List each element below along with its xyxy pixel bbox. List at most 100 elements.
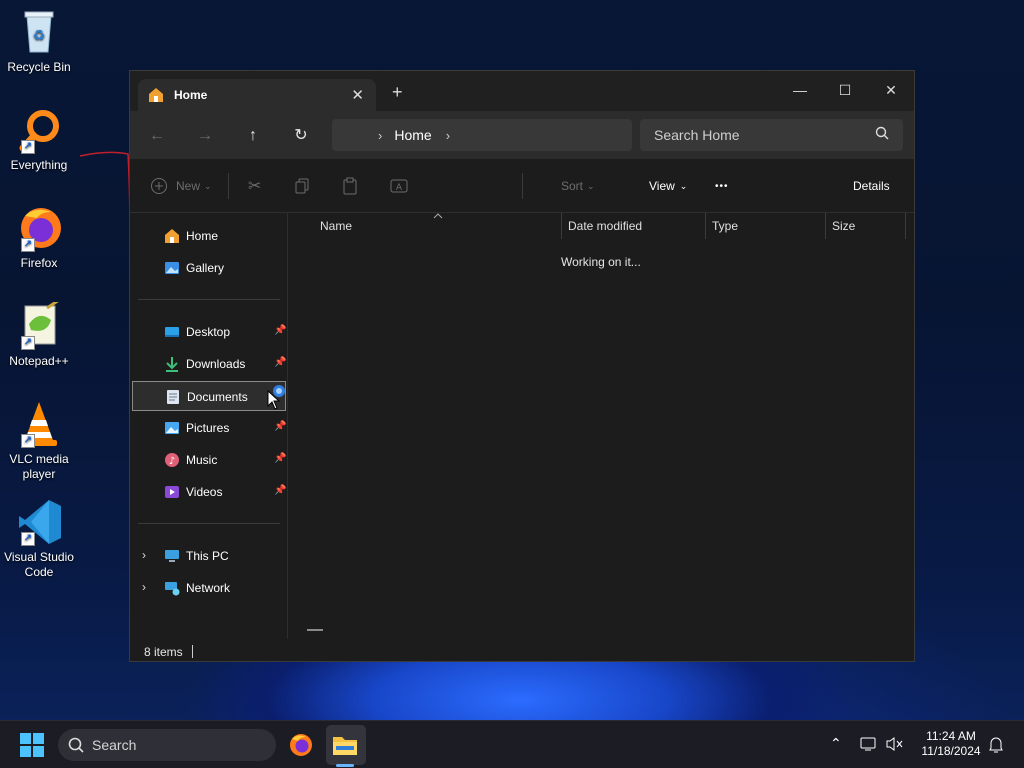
- item-count: 8 items: [144, 645, 183, 659]
- desktop-icon-notepadpp[interactable]: ↗ Notepad++: [1, 298, 77, 369]
- tab-label: Home: [174, 88, 208, 102]
- sort-button-label: Sort: [561, 179, 584, 193]
- firefox-taskbar-icon[interactable]: [288, 732, 314, 758]
- breadcrumb-home[interactable]: Home: [394, 127, 431, 143]
- sidebar-divider: [138, 523, 280, 524]
- network-status-icon[interactable]: [860, 736, 878, 752]
- sidebar-item-this-pc[interactable]: › This PC: [132, 541, 286, 571]
- taskbar-search-box[interactable]: Search: [58, 729, 276, 761]
- sidebar-item-label: Desktop: [186, 325, 231, 339]
- minimize-button[interactable]: —: [780, 77, 820, 103]
- document-icon: [167, 390, 179, 404]
- sidebar-item-label: Home: [186, 229, 219, 243]
- windows-start-icon[interactable]: [20, 733, 44, 757]
- cut-icon[interactable]: ✂: [248, 175, 261, 197]
- file-explorer-window[interactable]: Home ✕ + — ☐ ✕ ← → ↑ ↻ › Home › New ⌄ ✂: [129, 70, 915, 662]
- shortcut-arrow-icon: ↗: [21, 140, 35, 154]
- active-app-indicator: [336, 764, 354, 767]
- pin-icon[interactable]: 📌: [274, 421, 286, 432]
- pin-icon[interactable]: 📌: [274, 485, 286, 496]
- status-divider: [192, 645, 193, 658]
- toolbar-divider: [522, 173, 523, 199]
- desktop-icon-vscode[interactable]: ↗ Visual Studio Code: [1, 498, 77, 580]
- chevron-down-icon: ⌄: [204, 180, 212, 191]
- mouse-cursor-icon: [267, 390, 281, 410]
- forward-arrow-icon[interactable]: →: [192, 123, 218, 149]
- sort-button[interactable]: Sort ⌄: [561, 175, 595, 197]
- new-tab-button[interactable]: +: [392, 83, 403, 101]
- recycle-bin-icon: ♻: [15, 8, 63, 56]
- chevron-down-icon: ⌄: [679, 180, 688, 191]
- sidebar-item-music[interactable]: ♪ Music 📌: [132, 445, 286, 475]
- search-input[interactable]: [640, 119, 903, 151]
- refresh-icon[interactable]: ↻: [288, 123, 314, 149]
- sidebar-item-label: Videos: [186, 485, 223, 499]
- desktop-folder-icon: [165, 327, 179, 337]
- videos-icon: [165, 486, 179, 498]
- chevron-up-icon[interactable]: ⌃: [830, 735, 842, 752]
- close-button[interactable]: ✕: [871, 77, 911, 103]
- sidebar-item-desktop[interactable]: Desktop 📌: [132, 317, 286, 347]
- sort-ascending-icon: [433, 213, 443, 219]
- desktop-icon-recycle-bin[interactable]: ♻ Recycle Bin: [1, 8, 77, 75]
- maximize-button[interactable]: ☐: [825, 77, 865, 103]
- column-divider[interactable]: [705, 213, 706, 239]
- status-bar: 8 items: [130, 639, 914, 661]
- up-arrow-icon[interactable]: ↑: [240, 123, 266, 149]
- shortcut-arrow-icon: ↗: [21, 336, 35, 350]
- column-divider[interactable]: [561, 213, 562, 239]
- file-list-pane[interactable]: Name Date modified Type Size Working on …: [289, 213, 914, 639]
- column-divider[interactable]: [825, 213, 826, 239]
- chevron-right-icon[interactable]: ›: [142, 548, 146, 562]
- plus-circle-icon: [151, 178, 167, 194]
- column-divider[interactable]: [905, 213, 906, 239]
- gallery-icon: [165, 262, 179, 274]
- pin-icon[interactable]: 📌: [274, 325, 286, 336]
- notification-bell-icon[interactable]: [988, 736, 1004, 754]
- view-button[interactable]: View ⌄: [649, 175, 687, 197]
- desktop-icon-vlc[interactable]: ↗ VLC media player: [1, 400, 77, 482]
- desktop-icon-firefox[interactable]: ↗ Firefox: [1, 204, 77, 271]
- sidebar-item-network[interactable]: › Network: [132, 573, 286, 603]
- system-clock[interactable]: 11:24 AM 11/18/2024: [912, 729, 990, 759]
- copy-icon[interactable]: [294, 175, 310, 197]
- column-header-size[interactable]: Size: [832, 213, 855, 239]
- pictures-icon: [165, 422, 179, 434]
- column-header-name[interactable]: Name: [320, 213, 352, 239]
- sidebar-item-documents[interactable]: Documents: [132, 381, 286, 411]
- tab-home[interactable]: Home ✕: [138, 79, 376, 111]
- desktop-icon-label: Recycle Bin: [7, 60, 71, 74]
- sidebar-item-pictures[interactable]: Pictures 📌: [132, 413, 286, 443]
- paste-icon[interactable]: [342, 175, 358, 197]
- new-button[interactable]: New ⌄: [150, 175, 212, 197]
- address-bar[interactable]: › Home ›: [332, 119, 632, 151]
- details-button[interactable]: Details: [853, 175, 890, 197]
- speaker-muted-icon[interactable]: [886, 736, 904, 752]
- music-icon: ♪: [165, 453, 179, 467]
- toolbar-divider: [228, 173, 229, 199]
- navigation-pane: Home Gallery Desktop 📌 Downloads 📌 Docum…: [130, 213, 288, 639]
- rename-icon[interactable]: A: [390, 175, 408, 197]
- pin-icon[interactable]: 📌: [274, 453, 286, 464]
- firefox-icon: ↗: [15, 204, 63, 252]
- search-icon: [68, 737, 84, 753]
- navigation-bar: ← → ↑ ↻ › Home ›: [130, 111, 914, 159]
- sidebar-item-home[interactable]: Home: [132, 221, 286, 251]
- column-header-type[interactable]: Type: [712, 213, 738, 239]
- pin-icon[interactable]: 📌: [274, 357, 286, 368]
- file-explorer-folder-icon: [333, 737, 357, 755]
- desktop-icon-everything[interactable]: ↗ Everything: [1, 106, 77, 173]
- sidebar-item-downloads[interactable]: Downloads 📌: [132, 349, 286, 379]
- chevron-right-icon[interactable]: ›: [446, 128, 450, 143]
- back-arrow-icon[interactable]: ←: [144, 123, 170, 149]
- sidebar-item-label: This PC: [186, 549, 229, 563]
- column-header-date-modified[interactable]: Date modified: [568, 213, 642, 239]
- tab-close-button[interactable]: ✕: [351, 86, 364, 104]
- title-bar[interactable]: Home ✕ + — ☐ ✕: [130, 71, 914, 111]
- more-options-button[interactable]: •••: [715, 175, 729, 197]
- sidebar-item-videos[interactable]: Videos 📌: [132, 477, 286, 507]
- sidebar-item-gallery[interactable]: Gallery: [132, 253, 286, 283]
- chevron-right-icon[interactable]: ›: [142, 580, 146, 594]
- desktop-icon-label: Visual Studio Code: [4, 550, 74, 579]
- horizontal-scrollbar[interactable]: [307, 629, 323, 631]
